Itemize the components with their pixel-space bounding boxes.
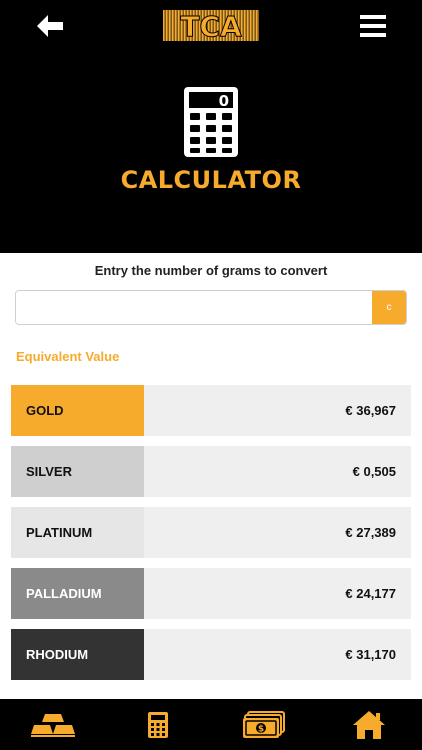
- header: TCA 0 CALCULATOR: [0, 0, 422, 253]
- grams-input-group: c: [15, 290, 407, 325]
- metal-name: PLATINUM: [11, 507, 144, 558]
- back-button[interactable]: [34, 12, 66, 40]
- metal-value: € 31,170: [144, 629, 411, 680]
- logo-text: TCA: [180, 10, 242, 41]
- logo: TCA: [163, 10, 259, 41]
- metal-value: € 0,505: [144, 446, 411, 497]
- svg-text:$: $: [258, 724, 264, 734]
- metal-value: € 36,967: [144, 385, 411, 436]
- calculator-display-digit: 0: [219, 92, 229, 110]
- page-title: CALCULATOR: [120, 166, 302, 194]
- arrow-left-icon: [37, 15, 63, 37]
- calculator-icon: [148, 711, 169, 738]
- home-icon: [353, 710, 386, 739]
- metal-name: RHODIUM: [11, 629, 144, 680]
- metal-row-rhodium: RHODIUM € 31,170: [11, 629, 411, 680]
- calculator-icon: 0: [184, 87, 238, 157]
- metal-value: € 24,177: [144, 568, 411, 619]
- metal-value: € 27,389: [144, 507, 411, 558]
- nav-home[interactable]: [317, 699, 422, 750]
- metal-name: PALLADIUM: [11, 568, 144, 619]
- menu-button[interactable]: [357, 11, 389, 41]
- hamburger-menu-icon: [360, 15, 386, 37]
- nav-banknotes[interactable]: $: [211, 699, 317, 750]
- clear-button[interactable]: c: [372, 291, 406, 324]
- nav-gold-bars[interactable]: [0, 699, 106, 750]
- metal-row-silver: SILVER € 0,505: [11, 446, 411, 497]
- metal-name: GOLD: [11, 385, 144, 436]
- banknotes-icon: $: [242, 710, 285, 738]
- nav-calculator[interactable]: [106, 699, 212, 750]
- metal-row-palladium: PALLADIUM € 24,177: [11, 568, 411, 619]
- gold-bars-icon: [30, 713, 75, 737]
- bottom-nav: $: [0, 699, 422, 750]
- metal-row-platinum: PLATINUM € 27,389: [11, 507, 411, 558]
- equivalent-value-label: Equivalent Value: [16, 349, 120, 364]
- convert-instruction: Entry the number of grams to convert: [94, 263, 328, 278]
- grams-input[interactable]: [16, 291, 372, 324]
- metal-name: SILVER: [11, 446, 144, 497]
- metal-row-gold: GOLD € 36,967: [11, 385, 411, 436]
